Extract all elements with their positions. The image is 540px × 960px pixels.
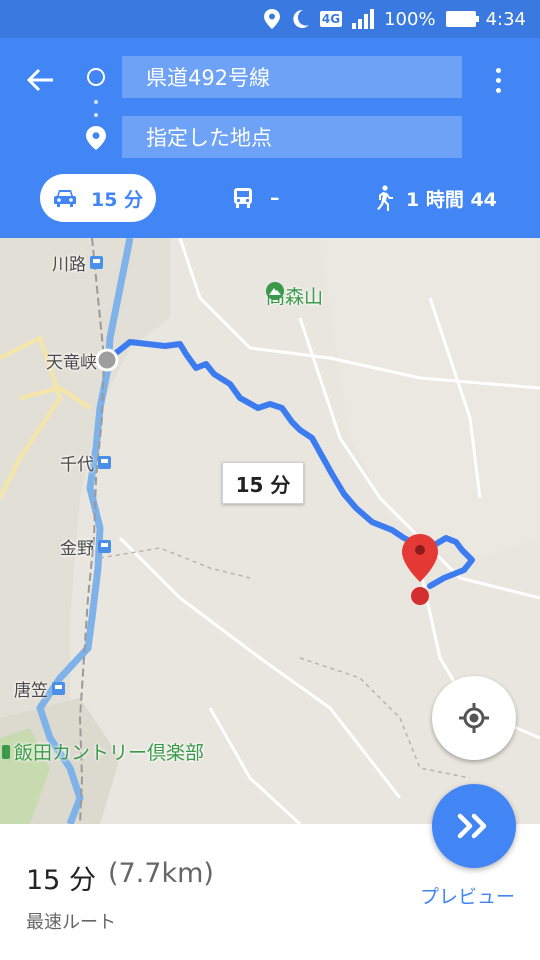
train-station-icon xyxy=(90,256,103,269)
map-label-tenryukyo: 天竜峡 xyxy=(46,353,97,373)
map-label-chiyo: 千代 xyxy=(60,450,111,475)
train-station-icon xyxy=(98,456,111,469)
route-distance: (7.7km) xyxy=(108,858,214,889)
map-label-karakasa: 唐笠 xyxy=(14,676,65,701)
destination-field[interactable]: 指定した地点 xyxy=(122,116,462,158)
route-time: 15 分 xyxy=(26,865,96,896)
golf-marker-icon xyxy=(2,744,10,759)
mountain-icon xyxy=(266,282,284,300)
map-label-takamoriyama: 高森山 xyxy=(266,282,323,309)
clock: 4:34 xyxy=(485,8,526,30)
tab-drive[interactable]: 15 分 xyxy=(40,174,156,222)
status-bar: 4G 100% 4:34 xyxy=(0,0,540,38)
train-station-icon xyxy=(52,682,65,695)
car-icon xyxy=(53,190,76,207)
route-indicator xyxy=(82,64,112,184)
back-arrow-icon xyxy=(27,68,53,92)
more-vert-icon[interactable] xyxy=(478,60,518,100)
train-station-icon xyxy=(98,540,111,553)
moon-icon xyxy=(290,9,310,29)
tab-walk-label: 1 時間 44 xyxy=(406,188,497,211)
crosshair-icon xyxy=(459,703,489,733)
map-label-golf: 飯田カントリー倶楽部 xyxy=(2,738,204,765)
battery-icon xyxy=(445,11,479,27)
map-label-kawaji: 川路 xyxy=(52,250,103,275)
travel-mode-tabs: 15 分 – 1 時間 44 xyxy=(0,174,540,224)
my-location-button[interactable] xyxy=(432,676,516,760)
preview-button[interactable] xyxy=(432,784,516,868)
walk-icon xyxy=(377,185,393,211)
tab-drive-label: 15 分 xyxy=(90,188,144,211)
origin-field[interactable]: 県道492号線 xyxy=(122,56,462,98)
directions-header: 県道492号線 指定した地点 15 分 – 1 時間 44 xyxy=(0,38,540,238)
tab-transit[interactable]: – xyxy=(232,174,280,222)
destination-pin-icon xyxy=(86,126,106,150)
route-duration-callout[interactable]: 15 分 xyxy=(222,462,304,504)
map-label-kanno: 金野 xyxy=(60,534,111,559)
double-chevron-right-icon xyxy=(457,813,487,839)
network-4g-icon: 4G xyxy=(319,11,343,27)
location-icon xyxy=(263,9,280,29)
route-subtitle: 最速ルート xyxy=(26,912,116,933)
battery-percent: 100% xyxy=(384,8,436,30)
tab-walk[interactable]: 1 時間 44 xyxy=(374,174,497,222)
signal-icon xyxy=(352,9,375,29)
preview-label[interactable]: プレビュー xyxy=(420,882,515,909)
tab-transit-label: – xyxy=(270,187,280,209)
origin-circle-icon xyxy=(87,68,105,86)
bus-icon xyxy=(234,188,252,208)
back-button[interactable] xyxy=(18,60,62,100)
